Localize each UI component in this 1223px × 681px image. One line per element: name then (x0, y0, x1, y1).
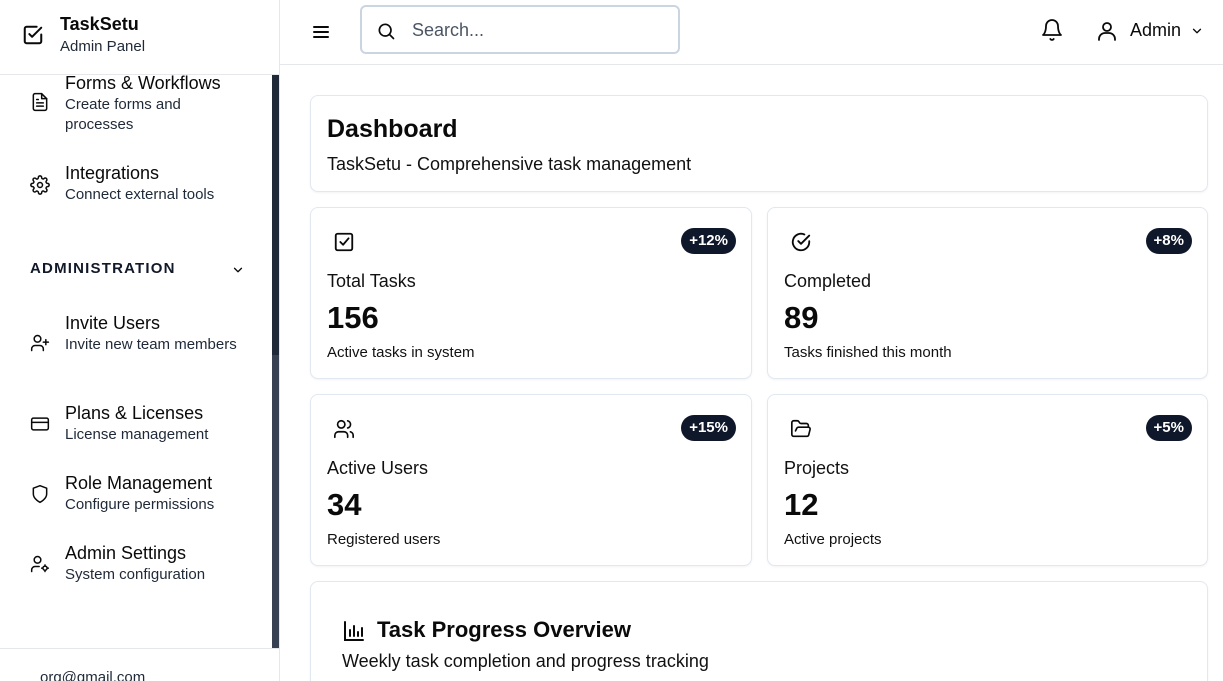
stat-value: 12 (784, 487, 819, 522)
user-email: org@gmail.com (40, 669, 146, 681)
sidebar-item-plans-licenses[interactable]: Plans & Licenses License management (0, 403, 272, 445)
sidebar-item-role-management[interactable]: Role Management Configure permissions (0, 473, 272, 515)
user-name: Admin (1130, 20, 1182, 40)
file-text-icon (32, 92, 48, 112)
shield-icon (32, 484, 48, 504)
sidebar-nav[interactable]: Forms & Workflows Create forms and proce… (0, 75, 279, 648)
user-plus-icon (30, 334, 50, 352)
stat-title: Projects (784, 458, 850, 478)
sidebar-item-label: Integrations (65, 163, 160, 183)
sidebar-item-label: Admin Settings (65, 543, 187, 563)
trend-badge: +12% (681, 228, 736, 254)
stat-card-completed[interactable]: +8% Completed 89 Tasks finished this mon… (767, 207, 1208, 379)
sidebar-item-admin-settings[interactable]: Admin Settings System configuration (0, 543, 272, 585)
stat-title: Completed (784, 271, 872, 291)
stat-card-projects[interactable]: +5% Projects 12 Active projects (767, 394, 1208, 566)
credit-card-icon (30, 417, 50, 431)
sidebar-item-invite-users[interactable]: Invite Users Invite new team members (0, 313, 272, 375)
user-cog-icon (30, 555, 50, 573)
user-icon (1098, 22, 1116, 41)
sidebar-item-label: Invite Users (65, 313, 161, 333)
sidebar-item-desc: System configuration (65, 566, 206, 583)
brand-title: TaskSetu (60, 14, 139, 34)
chevron-down-icon (233, 267, 243, 273)
section-title: ADMINISTRATION (30, 260, 176, 277)
sidebar-item-label: Role Management (65, 473, 213, 493)
stat-value: 89 (784, 300, 819, 335)
users-icon (334, 419, 354, 439)
task-progress-card: Task Progress Overview Weekly task compl… (310, 581, 1208, 681)
section-administration[interactable]: ADMINISTRATION (30, 260, 245, 280)
stat-card-total-tasks[interactable]: +12% Total Tasks 156 Active tasks in sys… (310, 207, 752, 379)
sidebar-item-label: Plans & Licenses (65, 403, 204, 423)
chevron-down-icon (1192, 28, 1202, 34)
stat-desc: Active projects (784, 531, 882, 548)
dashboard-header-card: Dashboard TaskSetu - Comprehensive task … (310, 95, 1208, 192)
square-check-icon (23, 25, 43, 45)
sidebar-item-desc: Invite new team members (65, 336, 237, 353)
stat-card-active-users[interactable]: +15% Active Users 34 Registered users (310, 394, 752, 566)
stat-title: Active Users (327, 458, 429, 478)
scrollbar-thumb[interactable] (272, 75, 279, 355)
sidebar-footer: org@gmail.com (0, 648, 279, 681)
top-bar: Admin (280, 0, 1223, 65)
page-title: Dashboard (327, 115, 458, 143)
sidebar-item-desc: Create forms and processes (65, 96, 181, 133)
stat-value: 156 (327, 300, 379, 335)
sidebar-scrollbar[interactable] (272, 75, 279, 648)
search-box[interactable] (360, 5, 680, 54)
bell-icon[interactable] (1040, 17, 1064, 43)
sidebar: TaskSetu Admin Panel Forms & Workflows C… (0, 0, 280, 681)
sidebar-item-label: Forms & Workflows (65, 75, 221, 93)
section-title: Task Progress Overview (377, 617, 631, 642)
brand-subtitle: Admin Panel (60, 38, 146, 55)
stat-desc: Active tasks in system (327, 344, 475, 361)
section-subtitle: Weekly task completion and progress trac… (342, 651, 709, 671)
folder-open-icon (791, 419, 811, 438)
scrollbar-track-lower (272, 355, 279, 648)
trend-badge: +5% (1145, 415, 1192, 441)
search-input[interactable] (412, 17, 662, 43)
menu-icon[interactable] (309, 20, 333, 44)
sidebar-item-desc: Configure permissions (65, 496, 215, 513)
sidebar-item-desc: Connect external tools (65, 186, 215, 203)
bar-chart-icon (344, 621, 364, 641)
circle-check-icon (791, 232, 811, 252)
stat-value: 34 (327, 487, 362, 522)
trend-badge: +15% (681, 415, 736, 441)
page-subtitle: TaskSetu - Comprehensive task management (327, 154, 692, 174)
sidebar-item-integrations[interactable]: Integrations Connect external tools (0, 163, 272, 205)
user-menu[interactable]: Admin (1095, 16, 1210, 46)
trend-badge: +8% (1145, 228, 1192, 254)
stat-desc: Tasks finished this month (784, 344, 952, 361)
gear-icon (30, 175, 50, 195)
search-icon (378, 23, 395, 40)
brand-header[interactable]: TaskSetu Admin Panel (0, 0, 279, 75)
stat-title: Total Tasks (327, 271, 416, 291)
sidebar-item-forms-workflows[interactable]: Forms & Workflows Create forms and proce… (0, 75, 272, 135)
sidebar-item-desc: License management (65, 426, 209, 443)
stat-desc: Registered users (327, 531, 441, 548)
square-check-icon (334, 232, 354, 252)
